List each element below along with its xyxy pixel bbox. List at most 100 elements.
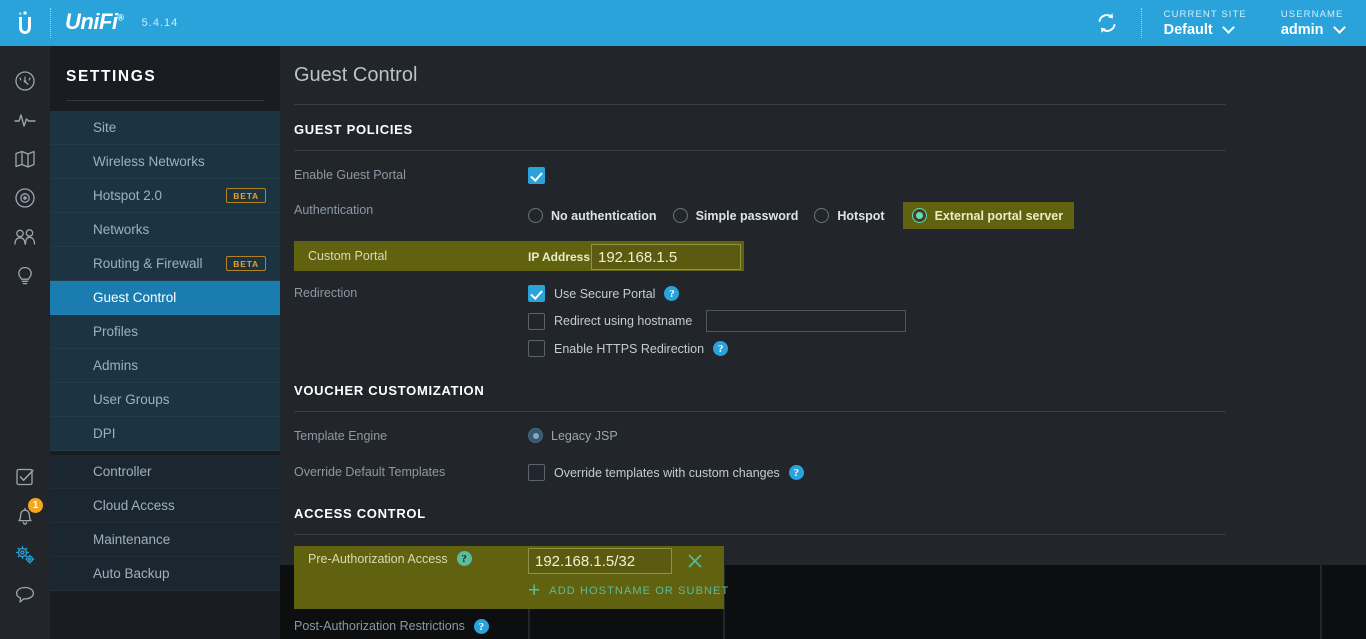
sidebar-item-label: Profiles [93, 324, 139, 339]
sidebar-item-site[interactable]: Site [50, 111, 280, 145]
redirect-using-hostname-checkbox[interactable] [528, 312, 545, 330]
row-template-engine: Template Engine Legacy JSP [280, 428, 1366, 443]
beta-badge: BETA [226, 188, 266, 203]
auth-option-external-portal-server[interactable]: External portal server [902, 202, 1075, 229]
template-engine-label: Template Engine [294, 429, 388, 443]
custom-portal-ip-label: IP Address [528, 250, 591, 264]
username-selector[interactable]: USERNAME admin [1280, 8, 1346, 39]
radio-icon[interactable] [672, 208, 688, 223]
sidebar-item-dpi[interactable]: DPI [50, 417, 280, 451]
sidebar-item-label: Admins [93, 358, 139, 373]
ubiquiti-logo-icon[interactable] [0, 0, 50, 46]
row-custom-portal: Custom Portal IP Address [280, 241, 1366, 271]
authentication-label: Authentication [294, 203, 374, 217]
refresh-icon[interactable] [1081, 0, 1133, 46]
row-pre-authorization-access: Pre-Authorization Access ? + ADD HOSTNAM… [280, 546, 1366, 609]
sidebar-item-controller[interactable]: Controller [50, 455, 280, 489]
sidebar-item-maintenance[interactable]: Maintenance [50, 523, 280, 557]
access-control-heading: ACCESS CONTROL [294, 506, 426, 521]
pre-authorization-help-icon[interactable]: ? [456, 551, 472, 566]
page-title: Guest Control [294, 64, 418, 86]
redirect-hostname-input[interactable] [706, 310, 907, 332]
divider [294, 411, 1226, 412]
settings-sidebar: SETTINGS Site Wireless Networks Hotspot 2.… [50, 46, 297, 639]
override-templates-line: Override templates with custom changes ? [528, 464, 1366, 481]
pre-authorization-entry-list: + ADD HOSTNAME OR SUBNET [528, 548, 729, 601]
alerts-bell-icon[interactable]: 1 [0, 496, 50, 535]
settings-menu: Site Wireless Networks Hotspot 2.0 BETA Netw… [50, 111, 297, 591]
use-secure-portal-checkbox[interactable] [528, 285, 545, 302]
username-label: USERNAME [1280, 8, 1344, 20]
sidebar-item-hotspot-2-0[interactable]: Hotspot 2.0 BETA [50, 179, 280, 213]
sidebar-item-cloud-access[interactable]: Cloud Access [50, 489, 280, 523]
divider [66, 100, 264, 101]
divider [294, 534, 1226, 535]
post-authorization-help-icon[interactable]: ? [473, 619, 489, 634]
enable-https-redirection-help-icon[interactable]: ? [713, 341, 729, 356]
current-site-value: Default [1163, 21, 1213, 38]
content-inner: Guest Control GUEST POLICIES Enable Gues… [280, 46, 1366, 634]
auth-option-hotspot[interactable]: Hotspot [814, 208, 900, 223]
auth-option-simple-password[interactable]: Simple password [672, 208, 815, 223]
row-override-default-templates: Override Default Templates Override temp… [280, 464, 1366, 481]
sidebar-item-admins[interactable]: Admins [50, 349, 280, 383]
insights-icon[interactable] [0, 256, 50, 295]
current-site-selector[interactable]: CURRENT SITE Default [1164, 8, 1247, 39]
post-authorization-label: Post-Authorization Restrictions [294, 619, 465, 633]
sidebar-item-profiles[interactable]: Profiles [50, 315, 280, 349]
auth-option-no-authentication[interactable]: No authentication [528, 208, 673, 223]
main-content: Guest Control GUEST POLICIES Enable Gues… [280, 46, 1366, 639]
topbar-right-cluster: CURRENT SITE Default USERNAME admin [1081, 0, 1366, 46]
redirect-using-hostname-label: Redirect using hostname [554, 314, 693, 328]
sidebar-item-guest-control[interactable]: Guest Control [50, 281, 297, 315]
voucher-customization-heading: VOUCHER CUSTOMIZATION [294, 383, 485, 398]
pre-authorization-label-group: Pre-Authorization Access ? [308, 551, 472, 566]
use-secure-portal-label: Use Secure Portal [554, 286, 656, 301]
use-secure-portal-help-icon[interactable]: ? [664, 286, 680, 301]
radio-icon[interactable] [814, 208, 830, 223]
override-templates-checkbox[interactable] [528, 464, 545, 481]
custom-portal-ip-input[interactable] [591, 244, 741, 270]
enable-https-redirection-checkbox[interactable] [528, 340, 545, 357]
devices-icon[interactable] [0, 178, 50, 217]
topbar-divider [1140, 8, 1142, 38]
sidebar-item-wireless-networks[interactable]: Wireless Networks [50, 145, 280, 179]
topbar-divider [50, 8, 51, 38]
map-icon[interactable] [0, 139, 50, 178]
unifi-trademark: ® [117, 12, 125, 23]
sidebar-item-label: Networks [93, 222, 150, 237]
enable-https-redirection-line: Enable HTTPS Redirection ? [528, 340, 1366, 357]
auth-option-label: External portal server [934, 208, 1064, 223]
chat-icon[interactable] [0, 574, 50, 613]
sidebar-item-user-groups[interactable]: User Groups [50, 383, 280, 417]
unifi-wordmark: UniFi® [65, 9, 124, 35]
settings-menu-group-primary: Site Wireless Networks Hotspot 2.0 BETA Netw… [50, 111, 297, 451]
settings-gears-icon[interactable] [0, 535, 50, 574]
pre-authorization-entry-input[interactable] [528, 548, 672, 574]
radio-icon[interactable] [911, 208, 927, 223]
radio-icon[interactable] [528, 208, 543, 223]
sidebar-item-routing-firewall[interactable]: Routing & Firewall BETA [50, 247, 280, 281]
sidebar-item-label: User Groups [93, 392, 170, 407]
add-hostname-or-subnet-button[interactable]: + ADD HOSTNAME OR SUBNET [528, 580, 729, 601]
version-label: 5.4.14 [141, 17, 179, 29]
sidebar-item-networks[interactable]: Networks [50, 213, 280, 247]
dashboard-icon[interactable] [0, 61, 50, 100]
legacy-jsp-radio[interactable] [528, 428, 543, 443]
statistics-icon[interactable] [0, 100, 50, 139]
current-site-label: CURRENT SITE [1163, 8, 1247, 20]
redirection-options: Use Secure Portal ? Redirect using hostn… [528, 285, 1366, 365]
close-x-icon[interactable] [685, 551, 705, 571]
clients-icon[interactable] [0, 217, 50, 256]
override-templates-help-icon[interactable]: ? [788, 465, 804, 480]
sidebar-item-label: Guest Control [93, 290, 177, 305]
use-secure-portal-line: Use Secure Portal ? [528, 285, 1366, 302]
events-icon[interactable] [0, 457, 50, 496]
enable-guest-portal-checkbox[interactable] [528, 167, 545, 185]
chevron-down-icon [1222, 20, 1236, 34]
sidebar-item-label: Wireless Networks [93, 154, 205, 169]
legacy-jsp-line: Legacy JSP [528, 428, 1366, 443]
sidebar-item-label: Cloud Access [93, 498, 175, 513]
sidebar-item-auto-backup[interactable]: Auto Backup [50, 557, 280, 591]
override-default-templates-label: Override Default Templates [294, 465, 446, 479]
